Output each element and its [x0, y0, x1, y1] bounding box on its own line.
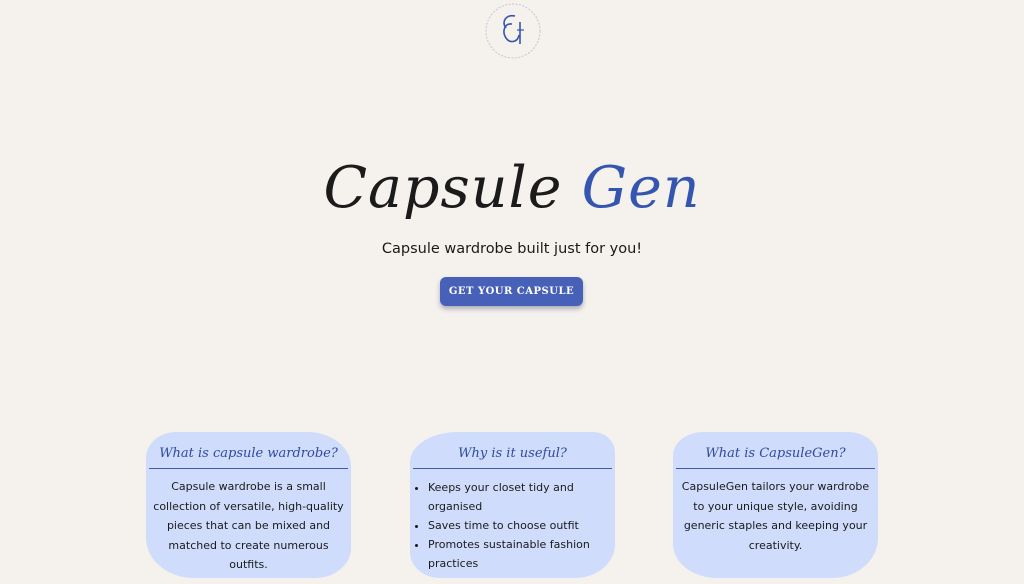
- capsulegen-logo-icon[interactable]: [484, 2, 542, 60]
- info-card-what-is-capsulegen: What is CapsuleGen? CapsuleGen tailors y…: [673, 432, 878, 578]
- hero-title: Capsule Gen: [0, 152, 1024, 224]
- list-item: Promotes sustainable fashion practices: [428, 535, 611, 573]
- benefits-list: Keeps your closet tidy and organised Sav…: [414, 478, 611, 573]
- hero-title-accent: Gen: [581, 155, 701, 221]
- card-text: CapsuleGen tailors your wardrobe to your…: [681, 480, 870, 552]
- list-item: Keeps your closet tidy and organised: [428, 478, 611, 516]
- card-title: Why is it useful?: [413, 444, 612, 469]
- card-text: Capsule wardrobe is a small collection o…: [153, 480, 344, 571]
- info-card-why-is-it-useful: Why is it useful? Keeps your closet tidy…: [410, 432, 615, 578]
- list-item: Saves time to choose outfit: [428, 516, 611, 535]
- card-title: What is capsule wardrobe?: [149, 444, 348, 469]
- card-title: What is CapsuleGen?: [676, 444, 875, 469]
- get-your-capsule-button[interactable]: GET YOUR CAPSULE: [440, 277, 583, 306]
- hero-subtitle: Capsule wardrobe built just for you!: [381, 241, 643, 257]
- hero-title-main: Capsule: [323, 155, 563, 221]
- info-card-what-is-capsule-wardrobe: What is capsule wardrobe? Capsule wardro…: [146, 432, 351, 578]
